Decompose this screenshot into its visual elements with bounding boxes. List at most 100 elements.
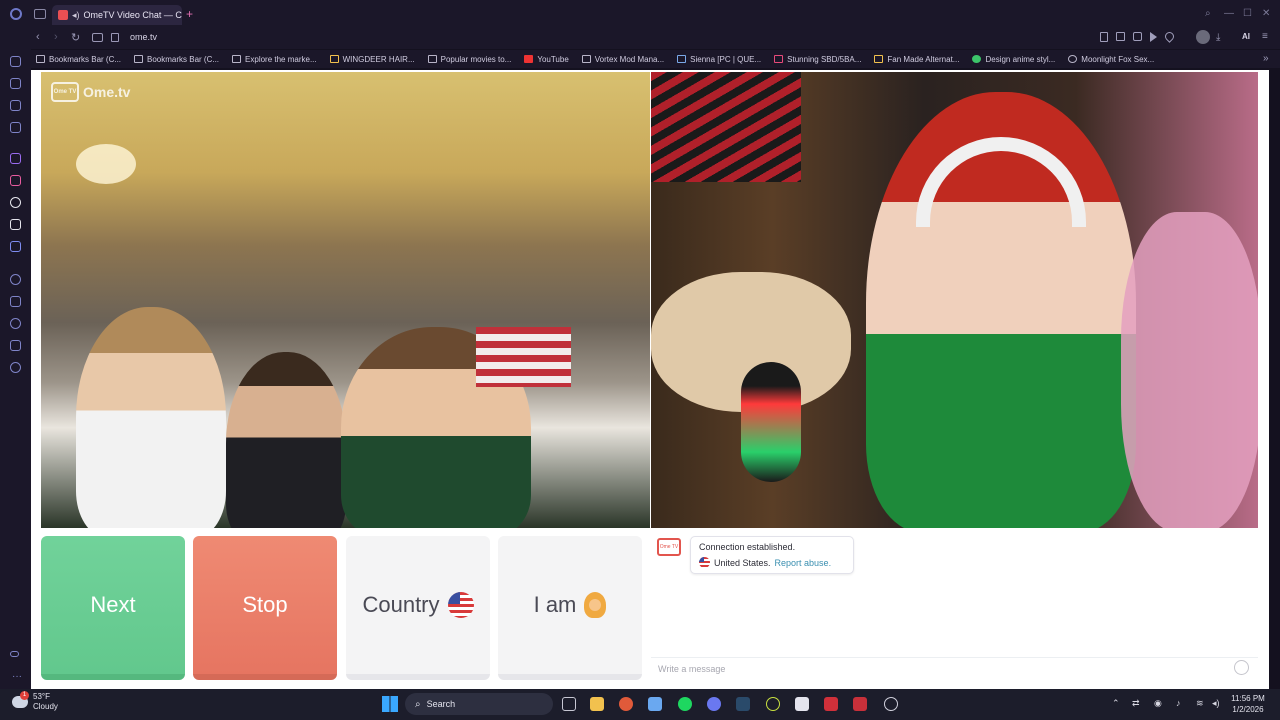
youtube-icon [524, 55, 534, 63]
url-field[interactable]: ome.tv [130, 32, 157, 42]
pin-icon[interactable] [1100, 32, 1108, 42]
rail-icon[interactable] [10, 56, 21, 67]
play-icon[interactable] [1150, 32, 1157, 42]
app-icon[interactable] [766, 697, 780, 711]
camera-icon[interactable] [92, 33, 103, 42]
app-icon[interactable] [795, 697, 809, 711]
page-icon [427, 55, 437, 63]
bookmark-item[interactable]: WINGDEER HAIR... [329, 55, 415, 64]
woman-emoji-icon [584, 592, 607, 618]
rail-icon[interactable] [10, 340, 21, 351]
menu-icon[interactable]: ≡ [1262, 31, 1268, 42]
discord-taskbar-icon[interactable] [707, 697, 721, 711]
microphone-icon[interactable]: ♪ [1176, 698, 1181, 708]
bookmark-item[interactable]: Popular movies to... [427, 55, 511, 64]
ometv-chat-avatar: Ome TV [657, 538, 681, 556]
reload-button[interactable]: ↻ [71, 31, 80, 44]
x-icon[interactable] [10, 219, 21, 230]
local-video [41, 72, 650, 528]
app-icon[interactable] [824, 697, 838, 711]
message-input[interactable]: Write a message [651, 657, 1258, 679]
folder-icon [134, 55, 144, 63]
tray-overflow-icon[interactable]: ⌃ [1112, 698, 1120, 709]
browser-logo-icon[interactable] [10, 8, 22, 20]
tiktok-icon[interactable] [10, 197, 21, 208]
next-button[interactable]: Next [41, 536, 185, 680]
bookmark-item[interactable]: Bookmarks Bar (C... [36, 55, 121, 64]
profile-avatar[interactable] [1196, 30, 1210, 44]
discord-icon[interactable] [10, 241, 21, 252]
spotify-icon[interactable] [678, 697, 692, 711]
instagram-icon[interactable] [10, 175, 21, 186]
rail-icon[interactable] [10, 122, 21, 133]
bookmark-item[interactable]: Sienna [PC | QUE... [677, 55, 761, 64]
us-flag-icon [699, 557, 710, 568]
heart-icon[interactable] [1163, 30, 1176, 43]
browser-taskbar-icon[interactable] [619, 697, 633, 711]
back-button[interactable]: ‹ [36, 31, 40, 43]
ometv-logo[interactable]: Ome TV Ome.tv [51, 82, 130, 102]
rail-icon[interactable] [10, 78, 21, 89]
temperature: 53°F [33, 692, 50, 701]
send-icon[interactable] [10, 296, 21, 307]
logo-text: Ome.tv [83, 84, 131, 100]
bookmark-item[interactable]: Bookmarks Bar (C... [134, 55, 219, 64]
app-icon[interactable] [648, 697, 662, 711]
start-button[interactable] [382, 696, 398, 712]
bookmarks-overflow-icon[interactable]: » [1263, 53, 1269, 64]
wifi-icon[interactable]: ≋ [1196, 698, 1204, 709]
stop-label: Stop [242, 592, 288, 617]
shield-icon[interactable] [1133, 32, 1142, 41]
more-icon[interactable]: ··· [12, 671, 22, 682]
rail-icon[interactable] [10, 274, 21, 285]
tab-ometv[interactable]: ◂) OmeTV Video Chat — C [52, 5, 182, 25]
emoji-picker-icon[interactable] [1234, 660, 1249, 675]
close-button[interactable]: ✕ [1262, 8, 1270, 19]
download-icon[interactable]: ⤓ [1216, 32, 1220, 43]
twitch-icon[interactable] [10, 153, 21, 164]
tab-manager-icon[interactable] [34, 9, 46, 19]
report-abuse-link[interactable]: Report abuse. [775, 558, 832, 568]
volume-icon[interactable]: ◂) [1212, 698, 1220, 709]
browser-tab-bar: ◂) OmeTV Video Chat — C + ⌕ — ☐ ✕ [0, 0, 1280, 29]
settings-icon[interactable] [10, 362, 21, 373]
app-icon[interactable] [853, 697, 867, 711]
ai-button[interactable]: AI [1242, 32, 1250, 41]
page-icon [232, 55, 242, 63]
maximize-button[interactable]: ☐ [1243, 8, 1252, 19]
search-tabs-icon[interactable]: ⌕ [1205, 8, 1211, 19]
rail-icon[interactable] [10, 100, 21, 111]
weather-widget[interactable]: 53°F Cloudy [12, 692, 58, 712]
bookmark-item[interactable]: Vortex Mod Mana... [581, 55, 664, 64]
us-flag-icon [447, 592, 474, 618]
country-button[interactable]: Country [346, 536, 490, 680]
bookmark-item[interactable]: Explore the marke... [232, 55, 317, 64]
tray-icon[interactable]: ⇄ [1132, 698, 1140, 709]
bookmark-item[interactable]: Design anime styl... [972, 55, 1055, 64]
rail-icon[interactable] [10, 651, 19, 657]
notification-badge: 1 [20, 691, 29, 700]
side-panel-rail: ··· [0, 49, 31, 689]
taskbar-search[interactable]: ⌕ Search [405, 693, 553, 715]
forward-button[interactable]: › [54, 31, 58, 43]
system-clock[interactable]: 11:56 PM 1/2/2026 [1226, 693, 1270, 715]
task-view-icon[interactable] [562, 697, 576, 711]
bookmark-item[interactable]: Fan Made Alternat... [874, 55, 959, 64]
bookmark-item[interactable]: Stunning SBD/5BA... [774, 55, 861, 64]
screenshot-icon[interactable] [1116, 32, 1125, 41]
lock-icon[interactable] [111, 33, 119, 42]
file-explorer-icon[interactable] [590, 697, 604, 711]
bookmarks-bar: Bookmarks Bar (C... Bookmarks Bar (C... … [30, 50, 1280, 68]
weather-condition: Cloudy [33, 702, 58, 711]
gender-button[interactable]: I am [498, 536, 642, 680]
stop-button[interactable]: Stop [193, 536, 337, 680]
history-icon[interactable] [10, 318, 21, 329]
page-icon [581, 55, 591, 63]
bookmark-item[interactable]: Moonlight Fox Sex... [1068, 55, 1154, 64]
minimize-button[interactable]: — [1224, 8, 1234, 19]
new-tab-button[interactable]: + [186, 7, 193, 21]
steam-icon[interactable] [736, 697, 750, 711]
bookmark-item[interactable]: YouTube [524, 55, 569, 64]
tray-icon[interactable]: ◉ [1154, 698, 1162, 709]
app-icon[interactable] [884, 697, 898, 711]
